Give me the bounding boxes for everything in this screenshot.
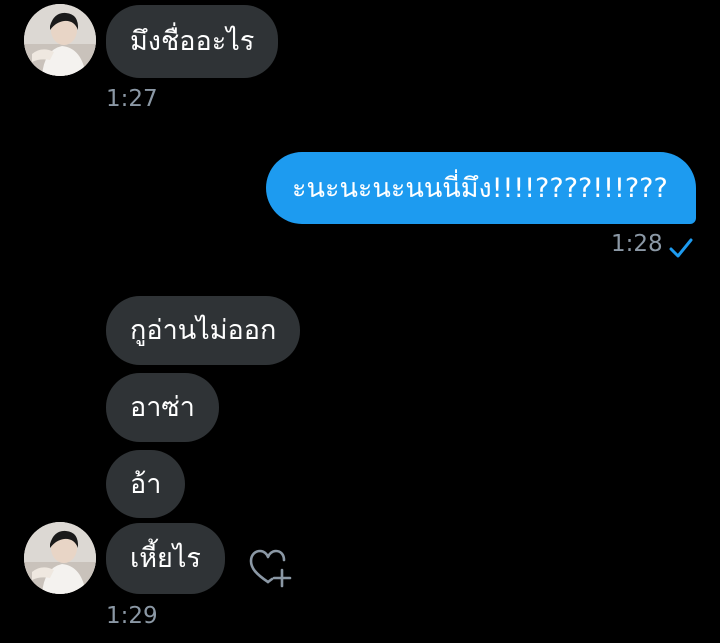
incoming-message-bubble[interactable]: อาซ่า	[106, 373, 219, 442]
incoming-message-bubble[interactable]: เหี้ยไร	[106, 523, 225, 594]
incoming-message-bubble[interactable]: มึงชื่ออะไร	[106, 5, 279, 78]
message-timestamp: 1:29	[106, 603, 158, 629]
heart-plus-icon[interactable]	[248, 548, 292, 588]
message-text: กูอ่านไม่ออก	[130, 315, 277, 346]
message-timestamp: 1:27	[106, 86, 158, 112]
message-timestamp: 1:28	[611, 231, 663, 257]
incoming-message-bubble[interactable]: อ้า	[106, 450, 186, 518]
message-text: มึงชื่ออะไร	[130, 26, 255, 57]
outgoing-message-bubble[interactable]: ะนะนะนะนนนี่มึง!!!!????!!!???	[266, 152, 696, 224]
message-text: อ้า	[130, 468, 162, 500]
message-text: เหี้ยไร	[130, 543, 201, 574]
sender-avatar[interactable]	[24, 522, 96, 594]
avatar-photo	[24, 4, 96, 76]
sender-avatar[interactable]	[24, 4, 96, 76]
message-text: ะนะนะนะนนนี่มึง!!!!????!!!???	[292, 172, 668, 204]
message-text: อาซ่า	[130, 392, 195, 423]
incoming-message-bubble[interactable]: กูอ่านไม่ออก	[106, 296, 301, 365]
checkmark-icon	[669, 238, 693, 258]
avatar-photo	[24, 522, 96, 594]
